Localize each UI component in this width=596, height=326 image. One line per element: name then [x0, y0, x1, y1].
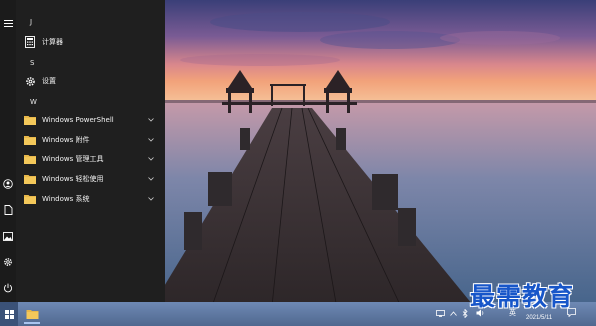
- windows-logo-icon: [4, 309, 14, 319]
- folder-icon: [22, 151, 38, 167]
- watermark: 最需教育: [470, 282, 575, 311]
- chevron-up-icon[interactable]: [448, 308, 458, 318]
- start-menu: J 计算器 S 设置 W Windows PowerShell Windows …: [0, 0, 165, 302]
- app-label: 设置: [42, 77, 56, 85]
- group-header-j[interactable]: J: [30, 18, 32, 26]
- app-label: Windows PowerShell: [42, 116, 114, 124]
- start-menu-rail: [0, 0, 16, 302]
- app-item-windows-ease-of-access[interactable]: Windows 轻松使用: [22, 170, 163, 188]
- app-label: Windows 系统: [42, 195, 90, 203]
- chevron-down-icon[interactable]: [147, 155, 155, 163]
- app-item-windows-system[interactable]: Windows 系统: [22, 190, 163, 208]
- app-item-windows-admin-tools[interactable]: Windows 管理工具: [22, 150, 163, 168]
- folder-icon: [22, 112, 38, 128]
- app-label: 计算器: [42, 38, 63, 46]
- calculator-icon: [22, 34, 38, 50]
- app-list: J 计算器 S 设置 W Windows PowerShell Windows …: [16, 0, 165, 302]
- file-explorer-button[interactable]: [22, 304, 42, 324]
- app-label: Windows 管理工具: [42, 155, 104, 163]
- gear-icon: [22, 73, 38, 89]
- chevron-down-icon[interactable]: [147, 136, 155, 144]
- chevron-down-icon[interactable]: [147, 195, 155, 203]
- group-header-w[interactable]: W: [30, 98, 37, 106]
- clock-date[interactable]: 2021/5/11: [526, 315, 552, 321]
- app-label: Windows 附件: [42, 136, 90, 144]
- bluetooth-icon[interactable]: [460, 308, 470, 318]
- chevron-down-icon[interactable]: [147, 175, 155, 183]
- hamburger-icon[interactable]: [0, 15, 16, 31]
- chevron-down-icon[interactable]: [147, 116, 155, 124]
- network-icon[interactable]: [435, 308, 445, 318]
- folder-icon: [26, 310, 38, 319]
- app-item-windows-accessories[interactable]: Windows 附件: [22, 131, 163, 149]
- app-label: Windows 轻松使用: [42, 175, 104, 183]
- user-icon[interactable]: [0, 176, 16, 192]
- group-header-s[interactable]: S: [30, 59, 34, 67]
- document-icon[interactable]: [0, 202, 16, 218]
- app-item-calculator[interactable]: 计算器: [22, 33, 163, 51]
- start-button[interactable]: [0, 302, 18, 326]
- folder-icon: [22, 191, 38, 207]
- app-item-windows-powershell[interactable]: Windows PowerShell: [22, 111, 163, 129]
- pictures-icon[interactable]: [0, 228, 16, 244]
- gear-icon[interactable]: [0, 254, 16, 270]
- app-item-settings[interactable]: 设置: [22, 72, 163, 90]
- power-icon[interactable]: [0, 280, 16, 296]
- folder-icon: [22, 132, 38, 148]
- folder-icon: [22, 171, 38, 187]
